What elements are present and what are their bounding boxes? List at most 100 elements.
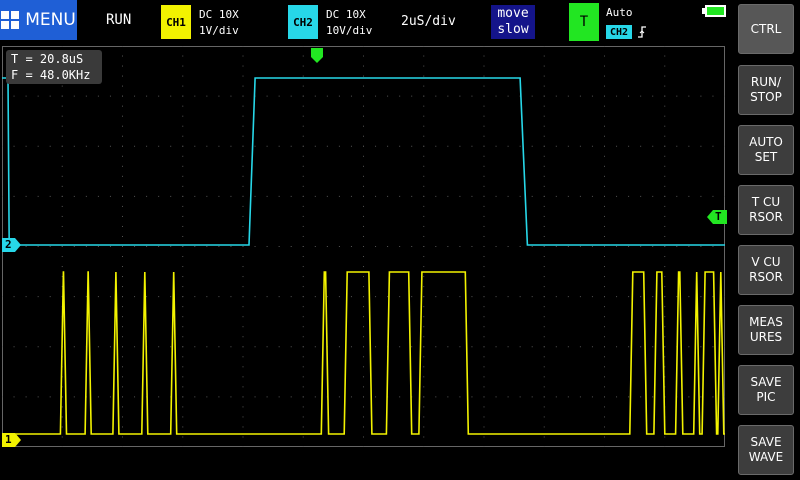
run-stop-button[interactable]: RUN/ STOP <box>738 65 794 115</box>
trigger-level-marker[interactable]: T <box>707 210 727 224</box>
grid-dot <box>158 195 160 197</box>
trigger-level-label: T <box>715 210 722 223</box>
ch2-scale[interactable]: 10V/div <box>326 23 372 38</box>
grid-dot <box>302 105 304 107</box>
trigger-source[interactable]: CH2 <box>606 25 632 39</box>
grid-dot <box>49 396 51 398</box>
grid-dot <box>194 346 196 348</box>
grid-dot <box>688 296 690 298</box>
grid-dot <box>664 246 666 247</box>
ch1-scale[interactable]: 1V/div <box>199 23 239 38</box>
grid-dot <box>13 346 15 348</box>
grid-dot <box>423 326 425 328</box>
grid-dot <box>314 145 316 147</box>
grid-dot <box>13 145 15 147</box>
grid-dot <box>483 195 485 197</box>
grid-dot <box>507 396 509 398</box>
grid-dot <box>242 135 244 137</box>
grid-dot <box>447 195 449 197</box>
grid-dot <box>182 376 184 378</box>
ch1-offset-marker[interactable]: 1 <box>2 433 22 447</box>
grid-dot <box>483 426 485 428</box>
ch1-badge[interactable]: CH1 <box>161 5 191 39</box>
ch2-badge[interactable]: CH2 <box>288 5 318 39</box>
grid-dot <box>122 296 123 298</box>
grid-dot <box>302 396 304 398</box>
grid-dot <box>122 205 123 207</box>
grid-dot <box>567 346 569 348</box>
time-cursor-button[interactable]: T CU RSOR <box>738 185 794 235</box>
grid-dot <box>604 215 605 217</box>
trigger-mode[interactable]: Auto <box>606 6 633 19</box>
measures-button[interactable]: MEAS URES <box>738 305 794 355</box>
grid-dot <box>495 95 497 97</box>
grid-dot <box>567 95 569 97</box>
grid-dot <box>302 165 304 167</box>
grid-dot <box>61 105 63 107</box>
grid-dot <box>543 296 545 298</box>
grid-dot <box>158 95 160 97</box>
grid-dot <box>363 436 364 438</box>
grid-dot <box>616 246 618 247</box>
grid-dot <box>350 346 352 348</box>
ch2-offset-marker[interactable]: 2 <box>2 238 22 252</box>
grid-dot <box>555 346 557 348</box>
grid-dot <box>363 326 364 328</box>
grid-dot <box>182 115 184 117</box>
grid-dot <box>375 95 377 97</box>
grid-dot <box>579 346 581 348</box>
grid-dot <box>194 296 196 298</box>
grid-dot <box>61 225 63 227</box>
grid-dot <box>170 145 172 147</box>
grid-dot <box>206 195 208 197</box>
grid-dot <box>483 266 485 268</box>
grid-dot <box>182 396 184 398</box>
grid-dot <box>182 155 184 157</box>
function-sidebar: CTRL RUN/ STOP AUTO SET T CU RSOR V CU R… <box>738 0 800 480</box>
grid-dot <box>423 246 425 247</box>
grid-dot <box>302 135 304 137</box>
trigger-badge[interactable]: T <box>569 3 599 41</box>
grid-dot <box>242 336 244 338</box>
grid-dot <box>543 65 545 67</box>
grid-dot <box>604 135 605 137</box>
grid-dot <box>290 346 292 348</box>
timebase-readout[interactable]: 2uS/div <box>401 14 456 29</box>
grid-dot <box>230 145 232 147</box>
run-state[interactable]: RUN <box>106 12 131 28</box>
grid-dot <box>604 276 605 278</box>
grid-dot <box>688 95 690 97</box>
grid-dot <box>483 286 485 288</box>
ctrl-button[interactable]: CTRL <box>738 4 794 54</box>
grid-dot <box>278 246 280 247</box>
grid-dot <box>122 46 123 47</box>
grid-dot <box>423 185 425 187</box>
grid-dot <box>676 95 678 97</box>
volt-cursor-button[interactable]: V CU RSOR <box>738 245 794 295</box>
grid-dot <box>543 306 545 308</box>
grid-dot <box>664 326 666 328</box>
grid-dot <box>326 246 328 247</box>
grid-dot <box>363 306 364 308</box>
grid-dot <box>411 296 413 298</box>
save-pic-button[interactable]: SAVE PIC <box>738 365 794 415</box>
grid-dot <box>543 246 545 247</box>
grid-dot <box>423 266 425 268</box>
move-speed-toggle[interactable]: move slow <box>491 5 535 39</box>
save-wave-button[interactable]: SAVE WAVE <box>738 425 794 475</box>
grid-dot <box>664 346 666 348</box>
speed-label: slow <box>497 22 529 37</box>
grid-dot <box>182 266 184 268</box>
grid-dot <box>25 145 27 147</box>
auto-set-button[interactable]: AUTO SET <box>738 125 794 175</box>
grid-dot <box>555 396 557 398</box>
grid-dot <box>700 296 702 298</box>
trigger-position-marker[interactable] <box>310 48 324 64</box>
ch1-coupling: DC 10X <box>199 8 239 21</box>
grid-dot <box>242 215 244 217</box>
grid-dot <box>97 296 99 298</box>
grid-dot <box>543 125 545 127</box>
menu-button[interactable]: MENU <box>0 0 77 40</box>
waveform-display[interactable]: T = 20.8uS F = 48.0KHz T 2 1 <box>2 46 727 447</box>
grid-dot <box>471 396 473 398</box>
